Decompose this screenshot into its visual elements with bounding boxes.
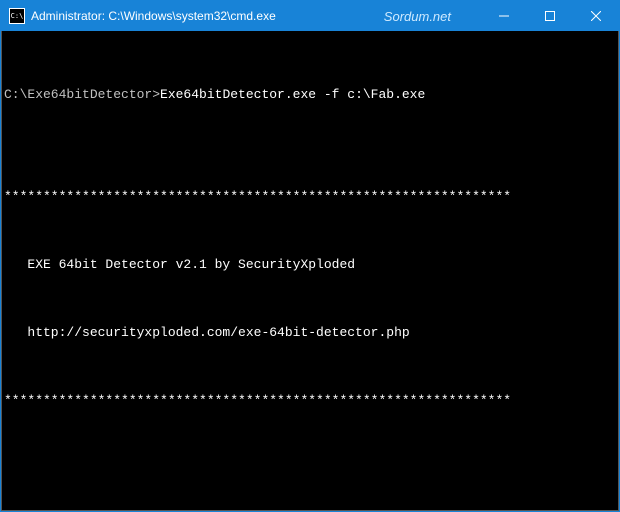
terminal-line <box>4 494 616 511</box>
terminal-line <box>4 222 616 239</box>
terminal-line <box>4 52 616 69</box>
terminal-line <box>4 460 616 477</box>
window-controls <box>481 1 619 31</box>
terminal-line <box>4 154 616 171</box>
terminal-line <box>4 290 616 307</box>
close-icon <box>591 11 601 21</box>
prompt-line: C:\Exe64bitDetector>Exe64bitDetector.exe… <box>4 86 616 103</box>
divider-rule: ****************************************… <box>4 392 616 409</box>
cmd-icon: C:\ <box>9 8 25 24</box>
minimize-icon <box>499 11 509 21</box>
banner-url: http://securityxploded.com/exe-64bit-det… <box>4 324 616 341</box>
terminal-line <box>4 358 616 375</box>
minimize-button[interactable] <box>481 1 527 31</box>
prompt-path: C:\Exe64bitDetector> <box>4 87 160 102</box>
maximize-icon <box>545 11 555 21</box>
command-text: Exe64bitDetector.exe -f c:\Fab.exe <box>160 87 425 102</box>
terminal-line <box>4 426 616 443</box>
maximize-button[interactable] <box>527 1 573 31</box>
window-title: Administrator: C:\Windows\system32\cmd.e… <box>31 9 276 23</box>
banner-title: EXE 64bit Detector v2.1 by SecurityXplod… <box>4 256 616 273</box>
titlebar[interactable]: C:\ Administrator: C:\Windows\system32\c… <box>1 1 619 31</box>
terminal[interactable]: C:\Exe64bitDetector>Exe64bitDetector.exe… <box>1 31 619 511</box>
watermark-text: Sordum.net <box>384 9 451 24</box>
close-button[interactable] <box>573 1 619 31</box>
cmd-icon-label: C:\ <box>11 12 24 20</box>
terminal-line <box>4 120 616 137</box>
divider-rule: ****************************************… <box>4 188 616 205</box>
